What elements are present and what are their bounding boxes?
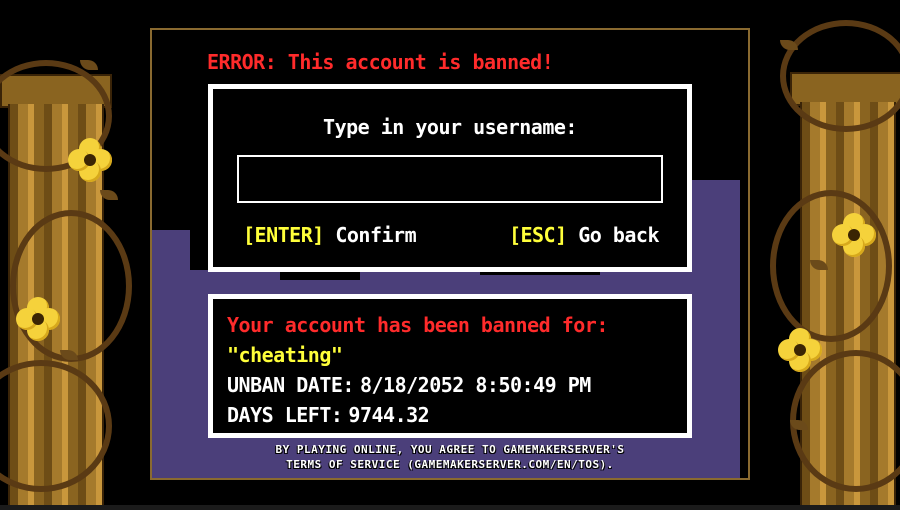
username-input[interactable]: [237, 155, 663, 203]
confirm-button[interactable]: [ENTER] Confirm: [243, 223, 417, 247]
unban-date-label: UNBAN DATE:: [227, 373, 354, 397]
terms-of-service-notice: BY PLAYING ONLINE, YOU AGREE TO GAMEMAKE…: [150, 442, 750, 472]
unban-date-value: 8/18/2052 8:50:49 PM: [359, 373, 591, 397]
flower-icon: [68, 138, 112, 182]
confirm-label: Confirm: [335, 223, 417, 247]
enter-key-hint: [ENTER]: [243, 223, 324, 247]
username-prompt-label: Type in your username:: [323, 115, 577, 139]
go-back-button[interactable]: [ESC] Go back: [508, 223, 660, 247]
ban-reason: "cheating": [227, 343, 343, 367]
days-left-value: 9744.32: [348, 403, 430, 427]
flower-icon: [16, 297, 60, 341]
days-left-row: DAYS LEFT: 9744.32: [227, 403, 430, 427]
left-pillar: [0, 0, 132, 510]
username-prompt-box: Type in your username: [ENTER] Confirm […: [208, 84, 692, 272]
days-left-label: DAYS LEFT:: [227, 403, 343, 427]
game-screen: ERROR: This account is banned! Type in y…: [0, 0, 900, 510]
tos-line-2: TERMS OF SERVICE (GAMEMAKERSERVER.COM/EN…: [286, 458, 614, 471]
ban-info-box: Your account has been banned for: "cheat…: [208, 294, 692, 438]
tos-line-1: BY PLAYING ONLINE, YOU AGREE TO GAMEMAKE…: [275, 443, 625, 456]
error-title: ERROR: This account is banned!: [207, 50, 554, 74]
ban-reason-heading: Your account has been banned for:: [227, 313, 608, 337]
flower-icon: [832, 213, 876, 257]
bottom-bar: [0, 505, 900, 510]
esc-key-hint: [ESC]: [508, 223, 567, 247]
go-back-label: Go back: [578, 223, 659, 247]
unban-date-row: UNBAN DATE: 8/18/2052 8:50:49 PM: [227, 373, 591, 397]
flower-icon: [778, 328, 822, 372]
